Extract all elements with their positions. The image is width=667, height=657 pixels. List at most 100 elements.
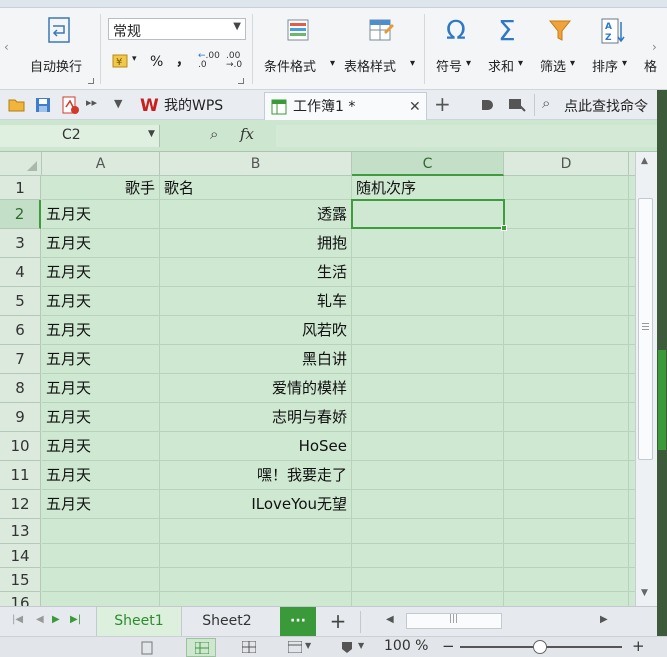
last-sheet-icon[interactable]: ▶| <box>70 614 81 625</box>
cell-b16[interactable] <box>160 592 352 606</box>
cell-b15[interactable] <box>160 568 352 592</box>
row-header[interactable]: 16 <box>0 592 41 606</box>
cell-c8[interactable] <box>352 374 504 403</box>
zoom-level[interactable]: 100 % <box>384 638 428 654</box>
scroll-down-icon[interactable]: ▼ <box>641 588 648 598</box>
formula-input[interactable] <box>276 125 667 147</box>
cell-a1[interactable]: 歌手 <box>42 176 160 200</box>
cell-d11[interactable] <box>504 461 629 490</box>
vertical-scroll-thumb[interactable] <box>638 198 653 460</box>
cell-c3[interactable] <box>352 229 504 258</box>
next-sheet-icon[interactable]: ▶ <box>52 614 60 625</box>
workspace-icon[interactable] <box>508 98 526 112</box>
select-all-corner[interactable] <box>0 152 42 176</box>
row-header[interactable]: 14 <box>0 544 41 568</box>
filter-button[interactable]: 筛选 ▾ <box>538 10 584 82</box>
cell-d12[interactable] <box>504 490 629 519</box>
cell-d15[interactable] <box>504 568 629 592</box>
zoom-slider-handle[interactable] <box>533 640 547 654</box>
tab-my-wps[interactable]: W 我的WPS <box>136 92 262 120</box>
tab-workbook1[interactable]: 工作簿1 * ✕ <box>264 92 427 120</box>
cell-b10[interactable]: HoSee <box>160 432 352 461</box>
chevron-down-icon[interactable]: ▼ <box>305 641 311 650</box>
cell-a2[interactable]: 五月天 <box>42 200 160 229</box>
cell-d7[interactable] <box>504 345 629 374</box>
cell-c5[interactable] <box>352 287 504 316</box>
fill-handle[interactable] <box>501 225 507 231</box>
currency-format-button[interactable]: ¥ ▾ <box>112 52 140 72</box>
scroll-up-icon[interactable]: ▲ <box>641 156 648 166</box>
layout-view-icon[interactable] <box>288 641 302 653</box>
cell-b11[interactable]: 嘿！我要走了 <box>160 461 352 490</box>
page-break-view-icon[interactable] <box>242 641 256 653</box>
cell-b9[interactable]: 志明与春娇 <box>160 403 352 432</box>
row-header[interactable]: 2 <box>0 200 41 229</box>
cell-b6[interactable]: 风若吹 <box>160 316 352 345</box>
page-icon[interactable] <box>140 641 154 655</box>
cell-c6[interactable] <box>352 316 504 345</box>
sheet-tab-sheet1[interactable]: Sheet1 <box>96 607 182 637</box>
add-sheet-button[interactable]: + <box>326 607 350 637</box>
horizontal-scroll-thumb[interactable]: ||| <box>406 613 502 629</box>
row-header[interactable]: 5 <box>0 287 41 316</box>
cell-c4[interactable] <box>352 258 504 287</box>
scroll-left-icon[interactable]: ◀ <box>386 614 394 625</box>
cell-d14[interactable] <box>504 544 629 568</box>
number-format-select[interactable]: 常规 ▼ <box>108 18 246 40</box>
zoom-out-button[interactable]: − <box>442 637 455 655</box>
cell-b14[interactable] <box>160 544 352 568</box>
cell-c11[interactable] <box>352 461 504 490</box>
ribbon-scroll-left-icon[interactable]: ‹ <box>4 40 14 56</box>
conditional-format-button[interactable]: 条件格式 ▾ <box>260 10 340 82</box>
sheet-tab-sheet2[interactable]: Sheet2 <box>182 607 272 637</box>
table-style-button[interactable]: 表格样式 ▾ <box>342 10 420 82</box>
cell-d3[interactable] <box>504 229 629 258</box>
cell-c1[interactable]: 随机次序 <box>352 176 504 200</box>
cell-a15[interactable] <box>42 568 160 592</box>
cell-d6[interactable] <box>504 316 629 345</box>
cell-b12[interactable]: ILoveYou无望 <box>160 490 352 519</box>
prev-sheet-icon[interactable]: ◀ <box>36 614 44 625</box>
cell-a16[interactable] <box>42 592 160 606</box>
cell-b2[interactable]: 透露 <box>160 200 352 229</box>
cell-b7[interactable]: 黑白讲 <box>160 345 352 374</box>
backup-icon[interactable] <box>480 99 494 111</box>
row-header[interactable]: 10 <box>0 432 41 461</box>
row-header[interactable]: 7 <box>0 345 41 374</box>
cell-c12[interactable] <box>352 490 504 519</box>
cell-a6[interactable]: 五月天 <box>42 316 160 345</box>
decrease-decimal-button[interactable]: .00 →.0 <box>226 52 246 74</box>
cell-d5[interactable] <box>504 287 629 316</box>
cell-d10[interactable] <box>504 432 629 461</box>
cell-b5[interactable]: 轧车 <box>160 287 352 316</box>
cell-a13[interactable] <box>42 519 160 544</box>
name-box[interactable]: C2 ▼ <box>0 125 160 147</box>
command-search-label[interactable]: 点此查找命令 <box>564 96 648 116</box>
zoom-search-icon[interactable]: ⌕ <box>210 125 218 143</box>
cell-d1[interactable] <box>504 176 629 200</box>
cell-b3[interactable]: 拥抱 <box>160 229 352 258</box>
open-folder-icon[interactable] <box>8 97 26 113</box>
search-icon[interactable]: ⌕ <box>542 94 550 112</box>
new-tab-button[interactable]: + <box>434 92 451 116</box>
column-header-c[interactable]: C <box>352 152 504 176</box>
row-header[interactable]: 4 <box>0 258 41 287</box>
cell-a4[interactable]: 五月天 <box>42 258 160 287</box>
side-panel-toggle[interactable] <box>658 350 666 450</box>
cell-a8[interactable]: 五月天 <box>42 374 160 403</box>
cell-d4[interactable] <box>504 258 629 287</box>
cell-c16[interactable] <box>352 592 504 606</box>
scroll-right-icon[interactable]: ▶ <box>600 614 608 625</box>
cell-a11[interactable]: 五月天 <box>42 461 160 490</box>
symbol-button[interactable]: Ω 符号 ▾ <box>434 10 482 82</box>
insert-function-button[interactable]: fx <box>240 125 254 143</box>
dialog-launcher-icon[interactable] <box>88 78 94 84</box>
cell-d16[interactable] <box>504 592 629 606</box>
ribbon-scroll-right-icon[interactable]: › <box>652 40 662 56</box>
column-header-b[interactable]: B <box>160 152 352 176</box>
cell-d9[interactable] <box>504 403 629 432</box>
sum-button[interactable]: Σ 求和 ▾ <box>486 10 532 82</box>
cell-a14[interactable] <box>42 544 160 568</box>
active-cell-selection[interactable] <box>351 199 507 231</box>
row-header[interactable]: 13 <box>0 519 41 544</box>
